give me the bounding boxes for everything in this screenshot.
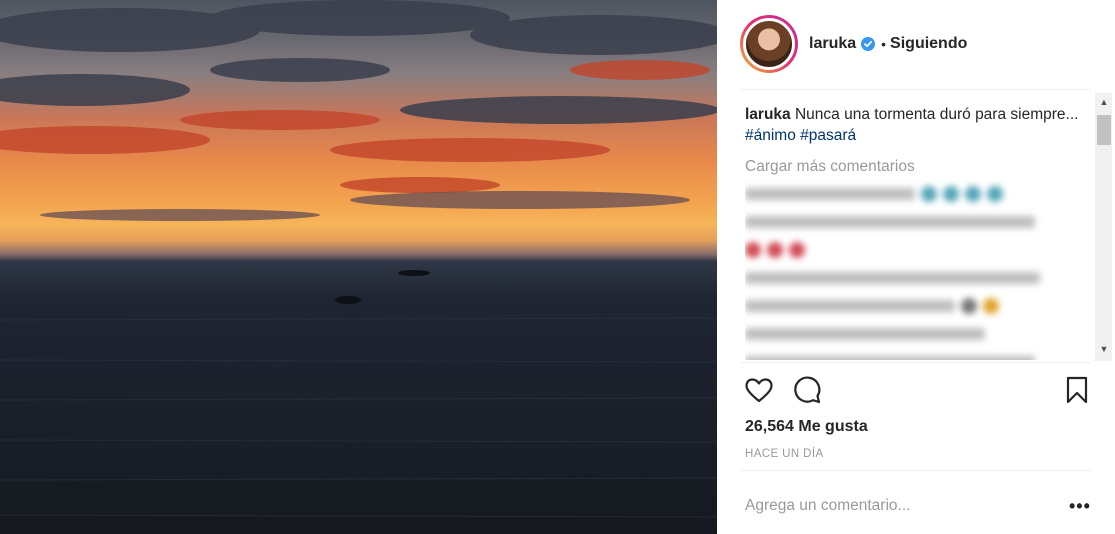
following-button[interactable]: Siguiendo	[890, 35, 967, 53]
comments-divider	[741, 362, 1091, 363]
likes-count[interactable]: 26,564 Me gusta	[745, 418, 868, 436]
add-comment-input[interactable]: Agrega un comentario...	[745, 494, 1090, 518]
verified-badge-icon	[861, 37, 876, 51]
blurred-comment	[745, 295, 1090, 317]
post-header: laruka • Siguiendo	[717, 0, 1115, 88]
footer-divider	[741, 470, 1091, 471]
separator-dot: •	[881, 36, 887, 52]
post-actions	[743, 374, 1091, 408]
scroll-down-arrow[interactable]: ▼	[1099, 344, 1109, 354]
avatar[interactable]	[740, 15, 798, 73]
load-more-comments-button[interactable]: Cargar más comentarios	[745, 156, 1090, 177]
blurred-comment	[745, 211, 1090, 233]
blurred-comment	[745, 323, 1090, 345]
scroll-up-arrow[interactable]: ▲	[1099, 97, 1109, 107]
avatar-image	[743, 18, 795, 70]
blurred-comment	[745, 239, 1090, 261]
post-timestamp[interactable]: HACE UN DÍA	[745, 448, 824, 460]
bookmark-icon[interactable]	[1061, 374, 1093, 406]
sunset-sea-photo	[0, 0, 717, 518]
comment-icon[interactable]	[791, 374, 823, 406]
hashtag-link[interactable]: #ánimo	[745, 127, 796, 144]
caption-username[interactable]: laruka	[745, 106, 791, 123]
more-options-icon[interactable]: •••	[1069, 496, 1091, 517]
post-photo[interactable]	[0, 0, 717, 534]
caption-text: Nunca una tormenta duró para siempre...	[794, 106, 1079, 123]
post-caption: laruka Nunca una tormenta duró para siem…	[745, 104, 1090, 146]
header-username[interactable]: laruka	[809, 35, 856, 53]
blurred-comment	[745, 351, 1090, 360]
post-side-panel: laruka • Siguiendo laruka Nunca una torm…	[717, 0, 1115, 534]
hashtag-link[interactable]: #pasará	[800, 127, 856, 144]
header-divider	[741, 89, 1091, 90]
blurred-comment	[745, 183, 1090, 205]
blurred-comment	[745, 267, 1090, 289]
heart-icon[interactable]	[743, 374, 775, 406]
comments-list[interactable]: laruka Nunca una tormenta duró para siem…	[745, 104, 1090, 360]
scrollbar-thumb[interactable]	[1097, 115, 1111, 145]
